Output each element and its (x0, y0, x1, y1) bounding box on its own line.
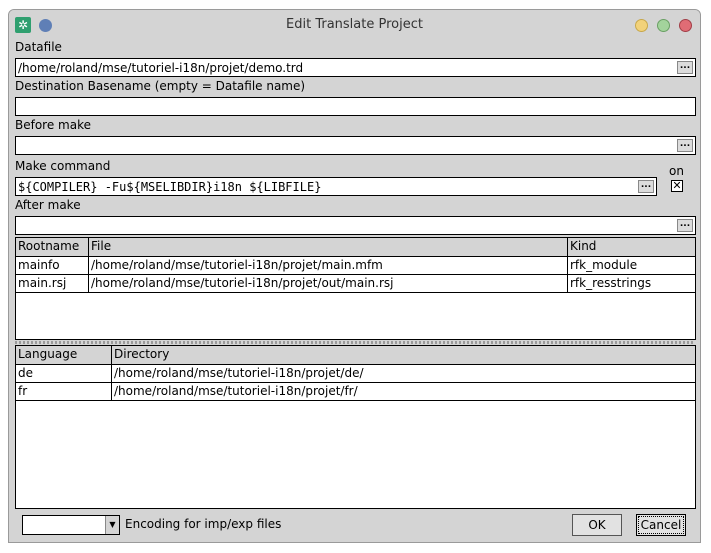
column-header-file[interactable]: File (89, 239, 567, 253)
table-cell[interactable]: /home/roland/mse/tutoriel-i18n/projet/de… (112, 366, 692, 380)
datafile-value: /home/roland/mse/tutoriel-i18n/projet/de… (18, 61, 304, 75)
destination-field[interactable] (15, 97, 696, 116)
before-make-browse-button[interactable]: ... (677, 139, 693, 152)
files-table-header: Rootname File Kind (16, 238, 695, 257)
table-cell[interactable]: /home/roland/mse/tutoriel-i18n/projet/fr… (112, 384, 692, 398)
column-header-kind[interactable]: Kind (568, 239, 694, 253)
table-cell[interactable]: /home/roland/mse/tutoriel-i18n/projet/ou… (89, 276, 567, 290)
chevron-down-icon[interactable]: ▼ (105, 516, 119, 534)
row-divider (16, 274, 695, 275)
destination-label: Destination Basename (empty = Datafile n… (15, 79, 306, 93)
column-header-language[interactable]: Language (16, 347, 111, 361)
after-make-browse-button[interactable]: ... (677, 219, 693, 232)
row-divider (16, 382, 695, 383)
make-command-label: Make command (15, 159, 111, 173)
after-make-label: After make (15, 198, 81, 212)
table-cell[interactable]: fr (16, 384, 111, 398)
table-cell[interactable]: rfk_module (568, 258, 694, 272)
table-cell[interactable]: mainfo (16, 258, 88, 272)
table-cell[interactable]: main.rsj (16, 276, 88, 290)
table-cell[interactable]: de (16, 366, 111, 380)
row-divider (16, 400, 695, 401)
make-on-label: on (669, 164, 684, 178)
languages-table-header: Language Directory (16, 346, 695, 365)
close-icon[interactable] (679, 19, 692, 32)
languages-table[interactable]: Language Directory de /home/roland/mse/t… (15, 345, 696, 509)
edit-translate-project-window: ✲ Edit Translate Project Datafile /home/… (8, 9, 701, 543)
make-command-browse-button[interactable]: ... (638, 180, 654, 193)
table-cell[interactable]: /home/roland/mse/tutoriel-i18n/projet/ma… (89, 258, 567, 272)
datafile-label: Datafile (15, 40, 62, 54)
title-bar[interactable]: ✲ Edit Translate Project (9, 10, 700, 40)
column-header-directory[interactable]: Directory (112, 347, 692, 361)
make-command-value: ${COMPILER} -Fu${MSELIBDIR}i18n ${LIBFIL… (18, 180, 322, 194)
maximize-icon[interactable] (657, 19, 670, 32)
table-cell[interactable]: rfk_resstrings (568, 276, 694, 290)
files-table[interactable]: Rootname File Kind mainfo /home/roland/m… (15, 237, 696, 340)
datafile-browse-button[interactable]: ... (677, 61, 693, 74)
column-header-rootname[interactable]: Rootname (16, 239, 88, 253)
splitter-handle[interactable] (15, 341, 694, 344)
row-divider (16, 292, 695, 293)
before-make-label: Before make (15, 118, 91, 132)
before-make-field[interactable]: ... (15, 136, 696, 155)
encoding-label: Encoding for imp/exp files (125, 517, 282, 531)
window-title: Edit Translate Project (286, 17, 423, 32)
encoding-dropdown[interactable]: ▼ (22, 515, 120, 535)
minimize-icon[interactable] (635, 19, 648, 32)
ok-button[interactable]: OK (572, 514, 622, 536)
make-on-checkbox[interactable]: ✕ (671, 180, 683, 192)
cancel-button[interactable]: Cancel (636, 514, 686, 536)
datafile-field[interactable]: /home/roland/mse/tutoriel-i18n/projet/de… (15, 58, 696, 77)
make-command-field[interactable]: ${COMPILER} -Fu${MSELIBDIR}i18n ${LIBFIL… (15, 177, 657, 196)
after-make-field[interactable]: ... (15, 216, 696, 235)
